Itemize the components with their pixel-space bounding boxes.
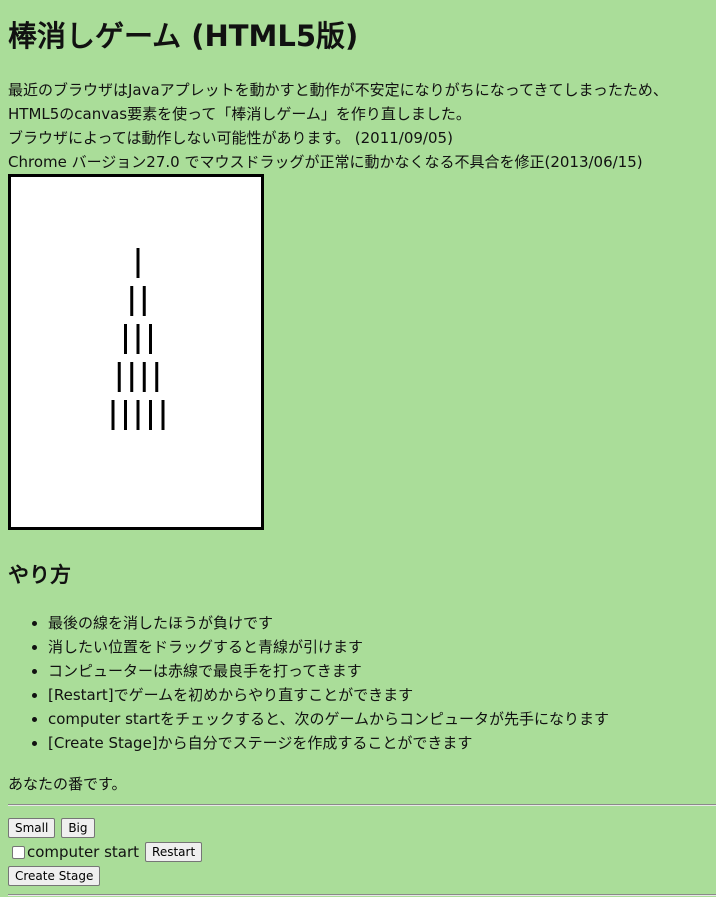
start-row: computer start Restart (8, 840, 208, 864)
control-panel: Small Big computer start Restart Create … (8, 816, 208, 888)
stage-row: Create Stage (8, 864, 208, 888)
status-message: あなたの番です。 (8, 775, 127, 793)
size-row: Small Big (8, 816, 208, 840)
howto-item: 消したい位置をドラッグすると青線が引けます (48, 635, 609, 659)
create-stage-button[interactable]: Create Stage (8, 866, 101, 886)
howto-item: 最後の線を消したほうが負けです (48, 611, 609, 635)
intro-line-3: ブラウザによっては動作しない可能性があります。 (2011/09/05) (8, 129, 453, 147)
game-canvas[interactable] (8, 174, 264, 530)
restart-button[interactable]: Restart (145, 842, 203, 862)
intro-line-2: HTML5のcanvas要素を使って「棒消しゲーム」を作り直しました。 (8, 105, 471, 123)
small-button[interactable]: Small (8, 818, 56, 838)
intro-line-1: 最近のブラウザはJavaアプレットを動かすと動作が不安定になりがちになってきてし… (8, 81, 668, 99)
howto-item: [Restart]でゲームを初めからやり直すことができます (48, 683, 609, 707)
computer-start-checkbox[interactable] (12, 845, 25, 859)
howto-heading: やり方 (8, 563, 71, 587)
howto-item: computer startをチェックすると、次のゲームからコンピュータが先手に… (48, 707, 609, 731)
howto-item: [Create Stage]から自分でステージを作成することができます (48, 731, 609, 755)
big-button[interactable]: Big (61, 818, 95, 838)
page-title: 棒消しゲーム (HTML5版) (8, 19, 359, 53)
divider-top (8, 804, 716, 806)
computer-start-label[interactable]: computer start (27, 843, 139, 861)
intro-text: 最近のブラウザはJavaアプレットを動かすと動作が不安定になりがちになってきてし… (8, 78, 668, 174)
divider-bottom (8, 894, 716, 896)
stick-board[interactable] (11, 177, 261, 527)
howto-list: 最後の線を消したほうが負けです 消したい位置をドラッグすると青線が引けます コン… (8, 611, 609, 755)
intro-line-4: Chrome バージョン27.0 でマウスドラッグが正常に動かなくなる不具合を修… (8, 153, 643, 171)
howto-item: コンピューターは赤線で最良手を打ってきます (48, 659, 609, 683)
